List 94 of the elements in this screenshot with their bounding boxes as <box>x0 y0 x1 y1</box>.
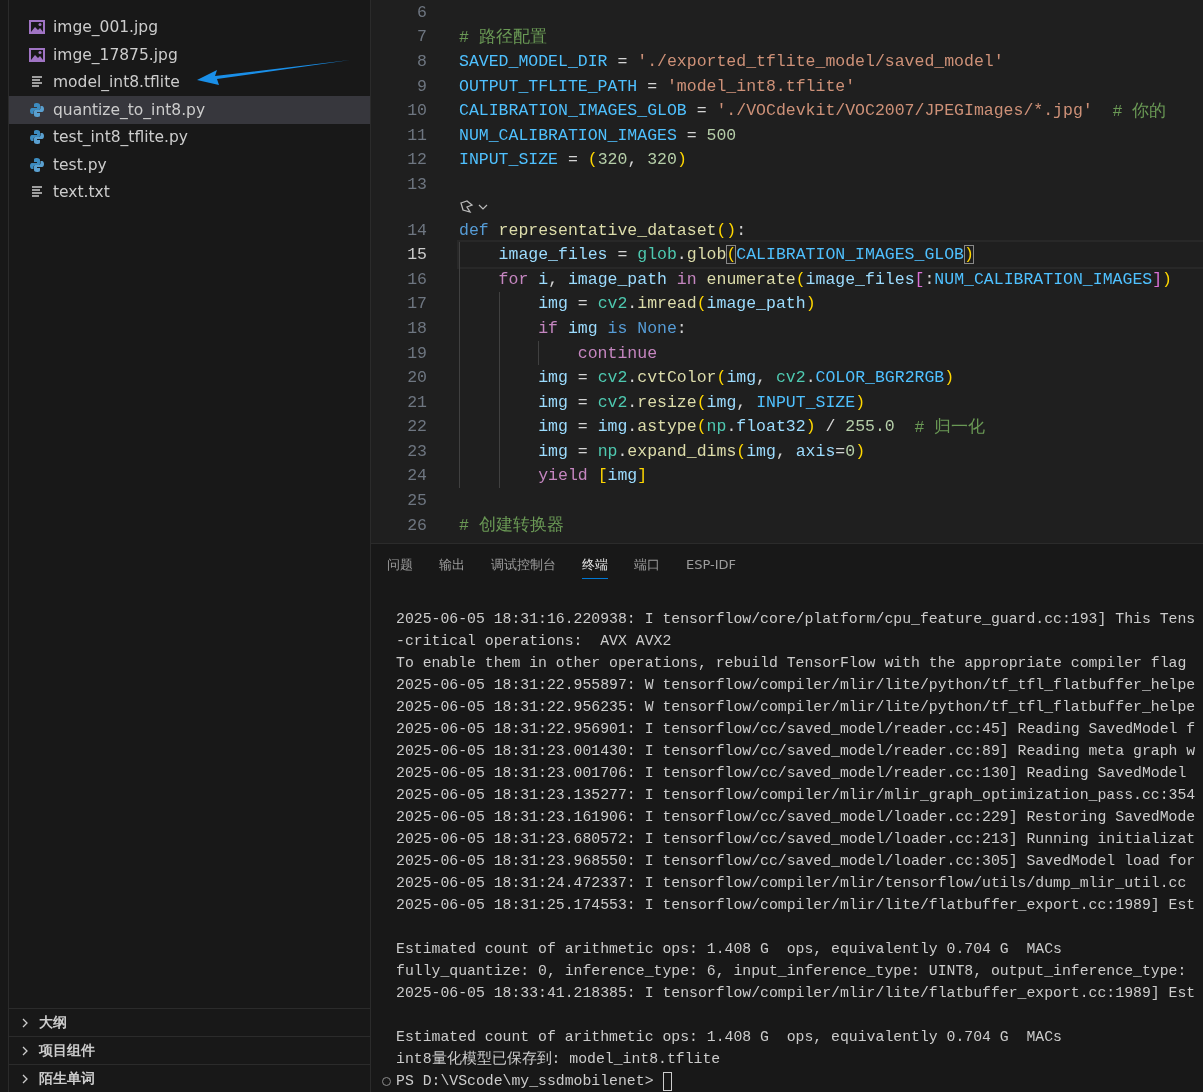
file-name: text.txt <box>53 183 110 202</box>
line-number: 24 <box>406 466 427 486</box>
panel-tab[interactable]: 端口 <box>634 551 660 579</box>
code-line: continue <box>459 340 1203 366</box>
line-number: 16 <box>406 269 427 289</box>
file-item[interactable]: model_int8.tflite <box>9 68 370 96</box>
panel-tab[interactable]: 终端 <box>582 551 608 579</box>
file-item[interactable]: test.py <box>9 151 370 179</box>
line-number: 22 <box>406 417 427 437</box>
line-number: 8 <box>416 52 427 71</box>
python-icon <box>29 156 45 173</box>
file-item[interactable]: test_int8_tflite.py <box>9 123 370 151</box>
code-line: if img is None: <box>459 316 1203 341</box>
line-number: 23 <box>406 441 427 461</box>
terminal-line: fully_quantize: 0, inference_type: 6, input_inference_type: UINT8, output_inference_type: <box>396 962 1188 981</box>
code-line: CALIBRATION_IMAGES_GLOB = './VOCdevkit/VOC2007/JPEGImages/*.jpg' # 你的 <box>459 100 1168 123</box>
line-number: 12 <box>406 150 427 170</box>
terminal-line: 2025-06-05 18:31:23.680572: I tensorflow/cc/saved_model/loader.cc:213] Running initializat <box>396 830 1197 849</box>
section-header[interactable]: 陌生单词 <box>9 1064 370 1092</box>
code-line: # 创建转换器 <box>459 515 565 538</box>
section-title: 大纲 <box>39 1013 67 1032</box>
section-title: 项目组件 <box>39 1041 95 1060</box>
lines-file-icon <box>29 185 45 200</box>
terminal-line: 2025-06-05 18:31:23.001430: I tensorflow/cc/saved_model/reader.cc:89] Reading meta graph w <box>396 742 1197 761</box>
code-line: SAVED_MODEL_DIR = './exported_tflite_model/saved_model' <box>459 51 1005 73</box>
panel-tab[interactable]: ESP-IDF <box>686 553 737 577</box>
line-number: 21 <box>406 392 427 412</box>
code-line: yield [img] <box>459 463 1203 489</box>
line-number: 25 <box>406 491 427 511</box>
file-name: model_int8.tflite <box>53 73 180 92</box>
section-header[interactable]: 项目组件 <box>9 1036 370 1064</box>
image-file-icon <box>29 47 45 62</box>
sparkle-chevron-icon[interactable] <box>459 200 489 215</box>
code-line: img = cv2.imread(image_path) <box>459 291 1203 317</box>
image-file-icon <box>29 20 45 35</box>
file-name: test.py <box>53 155 107 174</box>
terminal-line: 2025-06-05 18:31:24.472337: I tensorflow/compiler/mlir/tensorflow/utils/dump_mlir_util.cc <box>396 874 1188 893</box>
panel-tab[interactable]: 问题 <box>387 551 413 579</box>
code-line: img = img.astype(np.float32) / 255.0 # 归一化 <box>459 414 1203 440</box>
line-number: 6 <box>416 2 427 22</box>
code-line: for i, image_path in enumerate(image_files[:NUM_CALIBRATION_IMAGES]) <box>459 266 1203 292</box>
python-icon <box>29 101 45 118</box>
line-number: 18 <box>406 318 427 338</box>
code-line: img = np.expand_dims(img, axis=0) <box>459 439 1203 464</box>
code-line: image_files = glob.glob(CALIBRATION_IMAGES_GLOB) <box>459 242 1203 267</box>
terminal-line: 2025-06-05 18:31:23.001706: I tensorflow/cc/saved_model/reader.cc:130] Reading SavedModel <box>396 764 1188 783</box>
terminal-line: 2025-06-05 18:31:22.956901: I tensorflow/cc/saved_model/reader.cc:45] Reading SavedModel f <box>396 720 1197 739</box>
file-name: quantize_to_int8.py <box>53 100 206 119</box>
terminal-line: int8量化模型已保存到: model_int8.tflite <box>396 1049 722 1069</box>
terminal-line: Estimated count of arithmetic ops: 1.408 G ops, equivalently 0.704 G MACs <box>396 1028 1063 1047</box>
terminal-line: 2025-06-05 18:31:25.174553: I tensorflow/compiler/mlir/lite/flatbuffer_export.cc:1989] Est <box>396 896 1197 915</box>
terminal-prompt: PS D:\VScode\my_ssdmobilenet> <box>396 1072 654 1091</box>
line-number: 26 <box>406 515 427 535</box>
line-number: 13 <box>406 174 427 194</box>
terminal-line: 2025-06-05 18:33:41.218385: I tensorflow/compiler/mlir/lite/flatbuffer_export.cc:1989] Est <box>396 984 1197 1003</box>
text-cursor <box>662 1071 672 1091</box>
code-line: NUM_CALIBRATION_IMAGES = 500 <box>459 124 738 147</box>
file-item[interactable]: imge_001.jpg <box>9 13 370 41</box>
terminal-line: Estimated count of arithmetic ops: 1.408 G ops, equivalently 0.704 G MACs <box>396 940 1063 959</box>
lines-file-icon <box>29 75 45 90</box>
line-number: 10 <box>406 101 427 121</box>
terminal-line: -critical operations: AVX AVX2 <box>396 632 673 651</box>
terminal-line: 2025-06-05 18:31:22.956235: W tensorflow/compiler/mlir/lite/python/tf_tfl_flatbuffer_helpe <box>396 698 1197 717</box>
file-name: test_int8_tflite.py <box>53 128 189 147</box>
line-number: 7 <box>416 27 427 47</box>
terminal-line: 2025-06-05 18:31:22.955897: W tensorflow/compiler/mlir/lite/python/tf_tfl_flatbuffer_helpe <box>396 676 1197 695</box>
line-number: 20 <box>406 368 427 388</box>
section-header[interactable]: 大纲 <box>9 1008 370 1036</box>
python-icon <box>29 129 45 146</box>
line-number: 9 <box>416 76 427 96</box>
file-item[interactable]: imge_17875.jpg <box>9 41 370 69</box>
terminal-line: 2025-06-05 18:31:16.220938: I tensorflow/core/platform/cpu_feature_guard.cc:193] This Tens <box>396 610 1197 629</box>
terminal-line: 2025-06-05 18:31:23.968550: I tensorflow/cc/saved_model/loader.cc:305] SavedModel load for <box>396 852 1197 871</box>
terminal-line: 2025-06-05 18:31:23.135277: I tensorflow/compiler/mlir/mlir_graph_optimization_pass.cc:354 <box>396 786 1197 805</box>
line-number: 15 <box>406 245 427 265</box>
code-line: def representative_dataset(): <box>459 219 748 242</box>
terminal-line: To enable them in other operations, rebuild TensorFlow with the appropriate compiler flag <box>396 654 1188 673</box>
file-name: imge_001.jpg <box>53 18 159 37</box>
line-number: 14 <box>406 220 427 240</box>
file-name: imge_17875.jpg <box>53 45 178 64</box>
file-item[interactable]: text.txt <box>9 178 370 206</box>
code-line: OUTPUT_TFLITE_PATH = 'model_int8.tflite' <box>459 75 857 98</box>
line-number: 11 <box>406 125 427 145</box>
panel-tab[interactable]: 调试控制台 <box>491 551 556 579</box>
terminal-line: 2025-06-05 18:31:23.161906: I tensorflow/cc/saved_model/loader.cc:229] Restoring SavedMode <box>396 808 1197 827</box>
code-line: img = cv2.cvtColor(img, cv2.COLOR_BGR2RGB) <box>459 365 1203 390</box>
section-title: 陌生单词 <box>39 1069 95 1088</box>
panel-tab[interactable]: 输出 <box>439 551 465 579</box>
line-number: 19 <box>406 343 427 363</box>
code-line: img = cv2.resize(img, INPUT_SIZE) <box>459 389 1203 415</box>
code-line: INPUT_SIZE = (320, 320) <box>459 149 688 172</box>
code-line: # 路径配置 <box>459 26 548 49</box>
file-item[interactable]: quantize_to_int8.py <box>9 96 370 124</box>
line-number: 17 <box>406 294 427 314</box>
